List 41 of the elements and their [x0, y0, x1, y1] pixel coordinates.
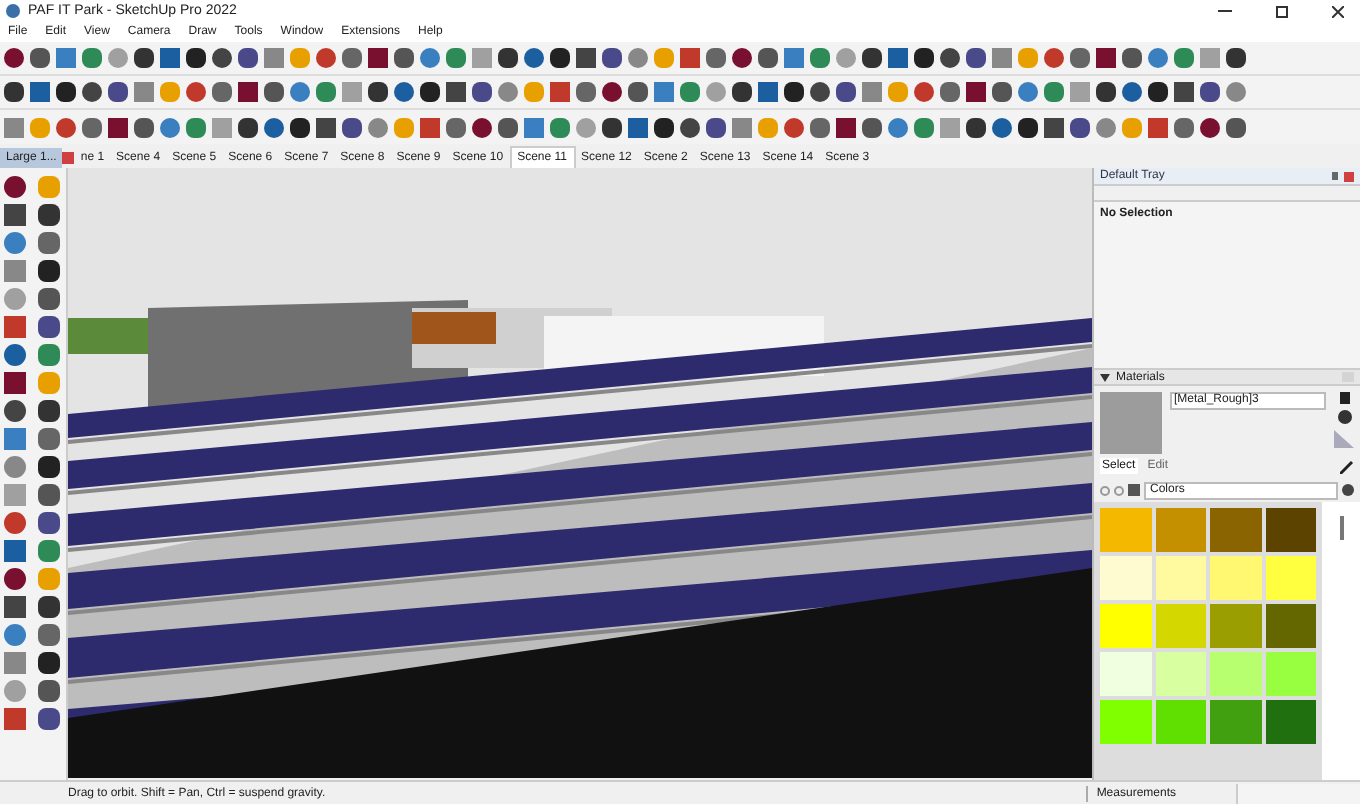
- color-swatch[interactable]: [1265, 508, 1316, 552]
- tool-icon[interactable]: [37, 680, 59, 702]
- tool-icon[interactable]: [4, 400, 26, 422]
- tool-icon[interactable]: [37, 400, 59, 422]
- color-swatch[interactable]: [1155, 700, 1206, 744]
- color-swatch[interactable]: [1210, 604, 1261, 648]
- color-swatch[interactable]: [1100, 700, 1151, 744]
- color-swatch[interactable]: [1265, 700, 1316, 744]
- tool-icon[interactable]: [4, 176, 26, 198]
- color-swatch[interactable]: [1210, 652, 1261, 696]
- tool-icon[interactable]: [37, 260, 59, 282]
- material-preview: [1100, 392, 1162, 454]
- close-icon[interactable]: [1332, 5, 1344, 17]
- color-swatch[interactable]: [1100, 508, 1151, 552]
- color-swatch[interactable]: [1265, 652, 1316, 696]
- app-logo-icon: [6, 4, 20, 18]
- color-swatch[interactable]: [1155, 508, 1206, 552]
- tool-icon[interactable]: [37, 288, 59, 310]
- color-swatch[interactable]: [1265, 604, 1316, 648]
- color-swatch[interactable]: [1210, 556, 1261, 600]
- tool-icon[interactable]: [37, 596, 59, 618]
- color-swatch[interactable]: [1100, 604, 1151, 648]
- tool-icon[interactable]: [37, 204, 59, 226]
- tool-icon[interactable]: [37, 316, 59, 338]
- tool-icon[interactable]: [37, 512, 59, 534]
- tool-icon[interactable]: [37, 484, 59, 506]
- color-swatch[interactable]: [1155, 652, 1206, 696]
- tool-icon[interactable]: [37, 652, 59, 674]
- tool-icon[interactable]: [37, 456, 59, 478]
- collapse-icon[interactable]: [1100, 373, 1110, 381]
- color-swatch[interactable]: [1155, 556, 1206, 600]
- color-swatch[interactable]: [1100, 652, 1151, 696]
- color-swatch[interactable]: [1210, 700, 1261, 744]
- color-swatch[interactable]: [1155, 604, 1206, 648]
- measurements-field[interactable]: [1236, 783, 1360, 803]
- tool-icon[interactable]: [4, 568, 26, 590]
- color-swatch[interactable]: [1265, 556, 1316, 600]
- color-swatch[interactable]: [1210, 508, 1261, 552]
- tool-icon[interactable]: [37, 708, 59, 730]
- color-swatch[interactable]: [1100, 556, 1151, 600]
- maximize-icon[interactable]: [1276, 5, 1288, 17]
